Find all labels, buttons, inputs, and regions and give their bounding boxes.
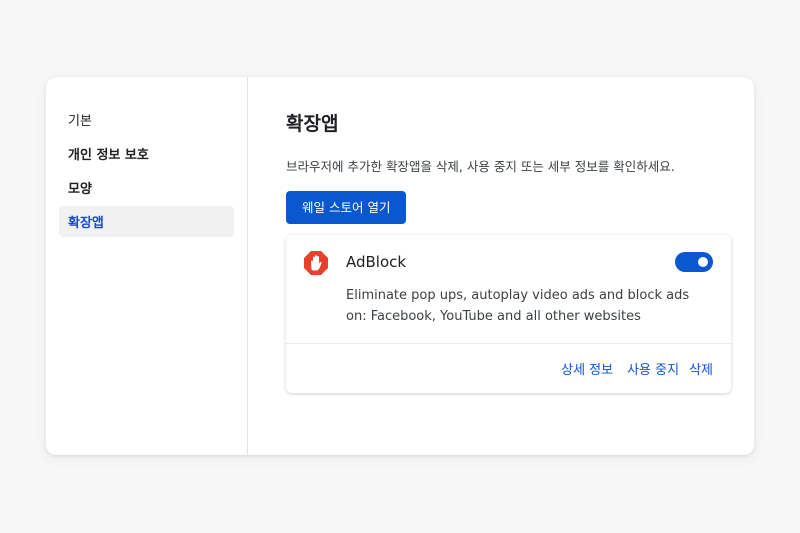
extension-enable-toggle[interactable]	[675, 252, 713, 272]
extension-name: AdBlock	[346, 253, 407, 271]
sidebar-item-label: 개인 정보 보호	[68, 148, 149, 163]
extension-actions: 상세 정보 사용 중지 삭제	[561, 359, 713, 378]
sidebar-item-label: 모양	[68, 182, 92, 197]
main-content: 확장앱 브라우저에 추가한 확장앱을 삭제, 사용 중지 또는 세부 정보를 확…	[248, 77, 754, 455]
extension-description: Eliminate pop ups, autoplay video ads an…	[346, 288, 690, 324]
adblock-hand-icon	[303, 250, 329, 276]
page-title: 확장앱	[286, 113, 339, 135]
sidebar-item-label: 기본	[68, 114, 92, 129]
sidebar-item-extensions[interactable]: 확장앱	[59, 206, 234, 237]
extension-card: AdBlock Eliminate pop ups, autoplay vide…	[286, 235, 731, 393]
sidebar-item-label: 확장앱	[68, 216, 104, 231]
sidebar: 기본 개인 정보 보호 모양 확장앱	[46, 77, 248, 455]
toggle-knob	[698, 257, 708, 267]
open-store-button[interactable]: 웨일 스토어 열기	[286, 191, 407, 224]
sidebar-item-appearance[interactable]: 모양	[59, 172, 234, 203]
page-description: 브라우저에 추가한 확장앱을 삭제, 사용 중지 또는 세부 정보를 확인하세요…	[286, 159, 675, 174]
card-divider	[286, 343, 731, 344]
sidebar-item-basic[interactable]: 기본	[59, 104, 234, 135]
disable-link[interactable]: 사용 중지	[627, 359, 679, 378]
details-link[interactable]: 상세 정보	[561, 359, 613, 378]
remove-link[interactable]: 삭제	[689, 359, 713, 378]
settings-window: 기본 개인 정보 보호 모양 확장앱 확장앱 브라우저에 추가한 확장앱을 삭제…	[46, 77, 754, 455]
sidebar-item-privacy[interactable]: 개인 정보 보호	[59, 138, 234, 169]
